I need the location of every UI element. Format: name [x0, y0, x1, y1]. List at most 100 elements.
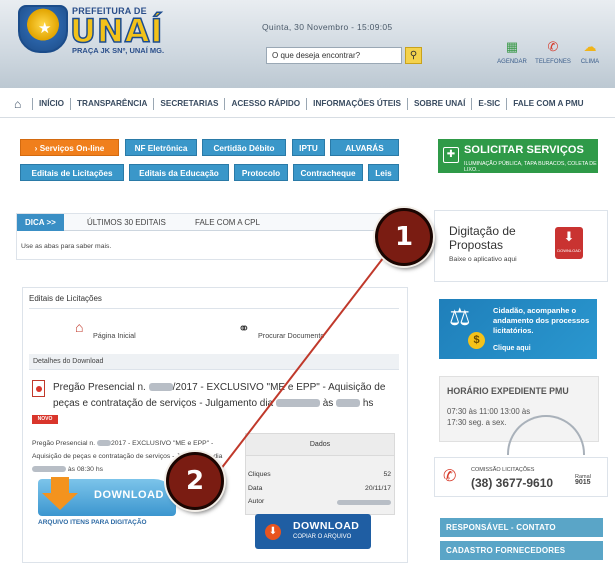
summary-part-3: às 08:30 hs	[67, 466, 104, 473]
phone-icon: ✆	[547, 39, 559, 54]
certidao-debito-button[interactable]: Certidão Débito	[202, 139, 286, 156]
download-copiar-button[interactable]: ⬇ DOWNLOAD COPIAR O ARQUIVO	[255, 514, 371, 549]
phone-icon: ✆	[443, 468, 457, 485]
digitacao-propostas-box[interactable]: Digitação de Propostas Baixe o aplicativ…	[434, 210, 608, 282]
new-badge: NOVO	[32, 415, 58, 424]
dados-row-cliques: Cliques 52	[248, 471, 393, 483]
dados-key: Data	[248, 485, 263, 492]
contact-label: COMISSÃO LICITAÇÕES	[471, 467, 535, 473]
editais-panel: Editais de Licitações ⌂ Página Inicial ⚭…	[22, 287, 408, 563]
home-icon[interactable]: ⌂	[14, 97, 28, 111]
binoculars-icon: ⚭	[238, 320, 250, 336]
download-copiar-title: DOWNLOAD	[293, 520, 360, 532]
desc-part-4: hs	[362, 397, 374, 409]
redacted-text	[336, 398, 361, 407]
dados-key: Cliques	[248, 471, 271, 478]
protocolo-button[interactable]: Protocolo	[234, 164, 288, 181]
calendar-icon: ▦	[505, 39, 519, 54]
tab-ultimos-editais[interactable]: ÚLTIMOS 30 EDITAIS	[87, 214, 166, 231]
search-icon: ⚲	[409, 50, 418, 61]
search-button[interactable]: ⚲	[405, 47, 422, 64]
tool-agendar-label: AGENDAR	[497, 59, 527, 65]
tool-telefones-label: TELEFONES	[535, 59, 571, 65]
tabs-hint: Use as abas para saber mais.	[21, 243, 112, 250]
pdf-icon	[32, 380, 45, 397]
dados-value: 20/11/17	[365, 485, 391, 492]
dados-row-autor: Autor	[248, 498, 393, 510]
tab-bar: DICA >> ÚLTIMOS 30 EDITAIS FALE COM A CP…	[17, 214, 407, 231]
download-itens-label: DOWNLOAD	[94, 489, 164, 501]
logo-address: PRAÇA JK SNº, UNAÍ MG.	[72, 46, 165, 55]
tool-clima-label: CLIMA	[580, 59, 600, 65]
arrow-right-icon: ›	[34, 144, 38, 153]
digitacao-subtitle: Baixe o aplicativo aqui	[449, 256, 517, 263]
dados-key: Autor	[248, 498, 265, 505]
acompanhe-link[interactable]: Clique aqui	[493, 345, 531, 352]
panel-title: Editais de Licitações	[29, 294, 102, 303]
dados-value: 52	[383, 471, 391, 478]
search-input[interactable]: O que deseja encontrar?	[266, 47, 402, 64]
home-link[interactable]: Página Inicial	[93, 331, 136, 340]
desc-part-1: Pregão Presencial n.	[53, 382, 146, 393]
servicos-online-button[interactable]: › Serviços On-line	[20, 139, 119, 156]
site-header: ★ PREFEITURA DE UNAÍ PRAÇA JK SNº, UNAÍ …	[0, 0, 615, 88]
site-logo[interactable]: ★ PREFEITURA DE UNAÍ PRAÇA JK SNº, UNAÍ …	[14, 4, 184, 56]
nav-acesso-rapido[interactable]: ACESSO RÁPIDO	[224, 98, 306, 110]
tab-fale-com-a-cpl[interactable]: FALE COM A CPL	[195, 214, 260, 231]
nav-sobre-unai[interactable]: SOBRE UNAÍ	[406, 98, 471, 110]
logo-city-name: UNAÍ	[69, 12, 164, 50]
annotation-marker-2: 2	[166, 452, 224, 510]
ramal-value: 9015	[575, 479, 591, 486]
search-document-link[interactable]: Procurar Documento	[258, 331, 324, 340]
tab-dica[interactable]: DICA >>	[17, 214, 64, 231]
nav-informacoes-uteis[interactable]: INFORMAÇÕES ÚTEIS	[306, 98, 407, 110]
crest-icon: ★	[18, 5, 68, 53]
redacted-text	[97, 440, 111, 447]
nf-eletronica-button[interactable]: NF Eletrônica	[125, 139, 197, 156]
contact-ramal: Ramal 9015	[575, 474, 591, 486]
editais-licitacoes-button[interactable]: Editais de Licitações	[20, 164, 124, 181]
iptu-button[interactable]: IPTU	[292, 139, 325, 156]
digitacao-title: Digitação de Propostas	[449, 224, 516, 252]
servicos-online-label: Serviços On-line	[39, 144, 105, 153]
arquivo-itens-label: ARQUIVO ITENS PARA DIGITAÇÃO	[38, 519, 147, 526]
download-app-icon[interactable]: ⬇ DOWNLOAD	[555, 227, 583, 259]
comissao-licitacoes-contact: ✆ COMISSÃO LICITAÇÕES (38) 3677-9610 Ram…	[434, 457, 608, 497]
nav-inicio[interactable]: INÍCIO	[32, 98, 70, 110]
info-tabs: DICA >> ÚLTIMOS 30 EDITAIS FALE COM A CP…	[16, 213, 408, 260]
nav-e-sic[interactable]: E-SIC	[471, 98, 506, 110]
coin-icon: $	[468, 332, 485, 349]
tool-telefones[interactable]: ✆ TELEFONES	[533, 39, 573, 66]
dados-row-data: Data 20/11/17	[248, 485, 393, 497]
alvaras-button[interactable]: ALVARÁS	[330, 139, 399, 156]
annotation-marker-1: 1	[375, 208, 433, 266]
service-request-icon: ✚	[443, 147, 459, 163]
main-nav: ⌂ INÍCIO TRANSPARÊNCIA SECRETARIAS ACESS…	[0, 88, 615, 118]
acompanhe-processos-banner[interactable]: ⚖ $ Cidadão, acompanhe o andamento dos p…	[439, 299, 597, 359]
editais-educacao-button[interactable]: Editais da Educação	[129, 164, 229, 181]
summary-part-1: Pregão Presencial n.	[32, 440, 96, 447]
tool-agendar[interactable]: ▦ AGENDAR	[492, 39, 532, 66]
nav-secretarias[interactable]: SECRETARIAS	[153, 98, 224, 110]
solicitar-servicos-banner[interactable]: ✚ SOLICITAR SERVIÇOS ILUMINAÇÃO PÚBLICA,…	[438, 139, 598, 173]
nav-fale-com-a-pmu[interactable]: FALE COM A PMU	[506, 98, 589, 110]
redacted-text	[32, 466, 66, 473]
tool-clima[interactable]: ☁ CLIMA	[570, 39, 610, 66]
weather-icon: ☁	[583, 39, 597, 54]
page: ★ PREFEITURA DE UNAÍ PRAÇA JK SNº, UNAÍ …	[0, 0, 615, 563]
nav-transparencia[interactable]: TRANSPARÊNCIA	[70, 98, 153, 110]
edital-description: Pregão Presencial n. /2017 - EXCLUSIVO "…	[53, 380, 399, 411]
download-copiar-subtitle: COPIAR O ARQUIVO	[293, 534, 352, 540]
contracheque-button[interactable]: Contracheque	[293, 164, 363, 181]
redacted-text	[275, 398, 320, 407]
dados-header: Dados	[246, 434, 394, 456]
leis-button[interactable]: Leis	[368, 164, 399, 181]
horario-expediente-box: HORÁRIO EXPEDIENTE PMU 07:30 às 11:00 13…	[439, 376, 599, 455]
download-icon: ⬇	[265, 524, 281, 540]
desc-part-3: às	[322, 397, 334, 409]
cadastro-fornecedores-link[interactable]: CADASTRO FORNECEDORES	[440, 541, 603, 560]
divider	[29, 308, 399, 309]
solicitar-subtitle: ILUMINAÇÃO PÚBLICA, TAPA BURACOS, COLETA…	[464, 161, 597, 173]
horario-title: HORÁRIO EXPEDIENTE PMU	[447, 386, 569, 396]
responsavel-contato-link[interactable]: RESPONSÁVEL - CONTATO	[440, 518, 603, 537]
